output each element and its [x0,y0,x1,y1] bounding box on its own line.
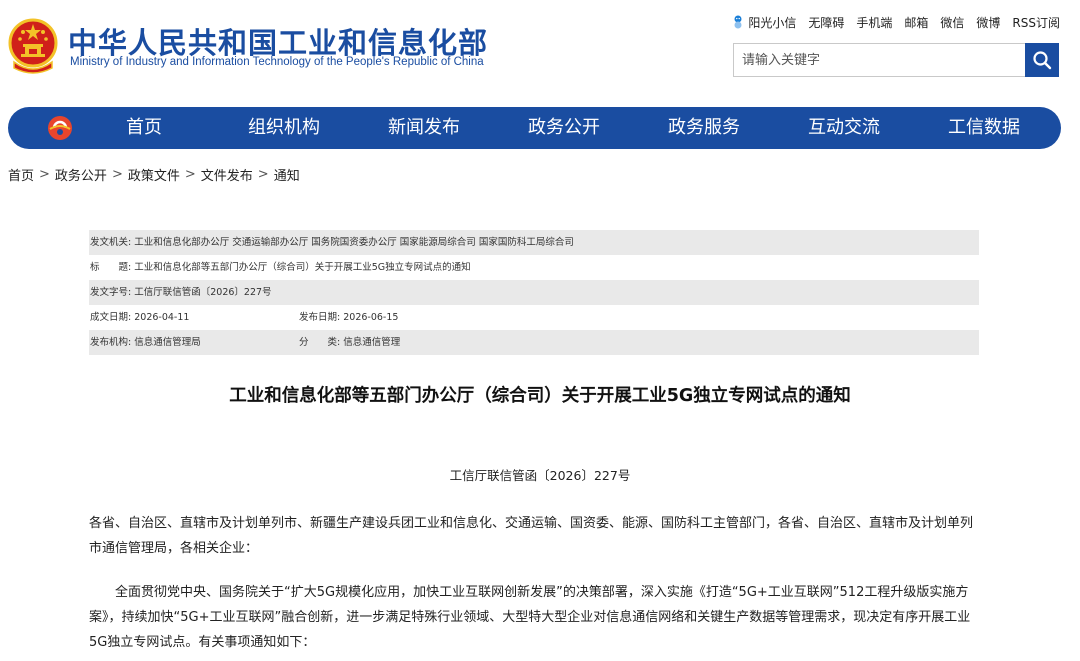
meta-issuer: 工业和信息化部办公厅 交通运输部办公厅 国务院国资委办公厅 国家能源局综合司 国… [134,237,574,248]
site-header: 中华人民共和国工业和信息化部 Ministry of Industry and … [0,0,1080,100]
top-link-accessibility[interactable]: 无障碍 [808,14,844,31]
breadcrumb-home[interactable]: 首页 [8,165,34,184]
meta-label: 分 类: [299,337,341,348]
top-link-weibo[interactable]: 微博 [976,14,1000,31]
meta-row-issuer: 发文机关: 工业和信息化部办公厅 交通运输部办公厅 国务院国资委办公厅 国家能源… [89,230,979,255]
nav-item-government-affairs[interactable]: 政务公开 [494,107,634,149]
breadcrumb-document-release[interactable]: 文件发布 [201,165,253,184]
meta-label: 发布日期: [299,312,341,323]
meta-label: 发文机关: [90,237,132,248]
top-link-rss[interactable]: RSS订阅 [1012,14,1060,31]
meta-row-dates: 成文日期: 2026-04-11 发布日期: 2026-06-15 [89,305,979,330]
meta-label: 发文字号: [90,287,132,298]
meta-created-date: 2026-04-11 [134,312,190,323]
document-number: 工信厅联信管函〔2026〕227号 [449,468,631,483]
nav-item-home[interactable]: 首页 [74,107,214,149]
document-metadata: 发文机关: 工业和信息化部办公厅 交通运输部办公厅 国务院国资委办公厅 国家能源… [89,230,979,355]
top-links: 阳光小信 无障碍 手机端 邮箱 微信 微博 RSS订阅 [732,14,1060,31]
nav-item-services[interactable]: 政务服务 [634,107,774,149]
search-icon [1033,51,1052,70]
meta-label: 标 题: [90,262,132,273]
top-link-label: 阳光小信 [748,16,797,30]
document-paragraph-addressees: 各省、自治区、直辖市及计划单列市、新疆生产建设兵团工业和信息化、交通运输、国资委… [89,516,974,556]
top-link-wechat[interactable]: 微信 [940,14,964,31]
meta-title: 工业和信息化部等五部门办公厅（综合司）关于开展工业5G独立专网试点的通知 [134,262,471,273]
breadcrumb: 首页 > 政务公开 > 政策文件 > 文件发布 > 通知 [8,165,300,184]
breadcrumb-separator: > [111,167,123,182]
document-title: 工业和信息化部等五部门办公厅（综合司）关于开展工业5G独立专网试点的通知 [229,386,851,406]
breadcrumb-policy-documents[interactable]: 政策文件 [128,165,180,184]
meta-doc-number: 工信厅联信管函〔2026〕227号 [134,287,272,298]
top-link-mail[interactable]: 邮箱 [904,14,928,31]
breadcrumb-separator: > [257,167,269,182]
meta-category: 信息通信管理 [343,337,401,348]
nav-item-news[interactable]: 新闻发布 [354,107,494,149]
nav-item-interaction[interactable]: 互动交流 [774,107,914,149]
meta-row-doc-number: 发文字号: 工信厅联信管函〔2026〕227号 [89,280,979,305]
top-link-sunshine[interactable]: 阳光小信 [732,14,796,31]
top-link-mobile[interactable]: 手机端 [856,14,892,31]
site-subtitle: Ministry of Industry and Information Tec… [70,56,484,68]
meta-label: 成文日期: [90,312,132,323]
breadcrumb-separator: > [184,167,196,182]
breadcrumb-government-affairs[interactable]: 政务公开 [55,165,107,184]
meta-published-date: 2026-06-15 [343,312,399,323]
nav-item-data[interactable]: 工信数据 [914,107,1054,149]
nav-item-organization[interactable]: 组织机构 [214,107,354,149]
mascot-icon [734,15,742,29]
meta-row-title: 标 题: 工业和信息化部等五部门办公厅（综合司）关于开展工业5G独立专网试点的通… [89,255,979,280]
breadcrumb-separator: > [39,167,50,182]
breadcrumb-notice[interactable]: 通知 [274,165,300,184]
meta-row-agency: 发布机构: 信息通信管理局 分 类: 信息通信管理 [89,330,979,355]
search-box [733,43,1059,77]
search-input[interactable] [734,44,1026,76]
document-paragraph-body: 全面贯彻党中央、国务院关于“扩大5G规模化应用，加快工业互联网创新发展”的决策部… [89,585,971,650]
search-button[interactable] [1025,43,1059,77]
main-nav: 首页 组织机构 新闻发布 政务公开 政务服务 互动交流 工信数据 [8,107,1061,149]
meta-label: 发布机构: [90,337,132,348]
meta-agency: 信息通信管理局 [134,337,201,348]
national-emblem-icon [8,18,58,74]
ministry-logo-icon [48,116,72,140]
